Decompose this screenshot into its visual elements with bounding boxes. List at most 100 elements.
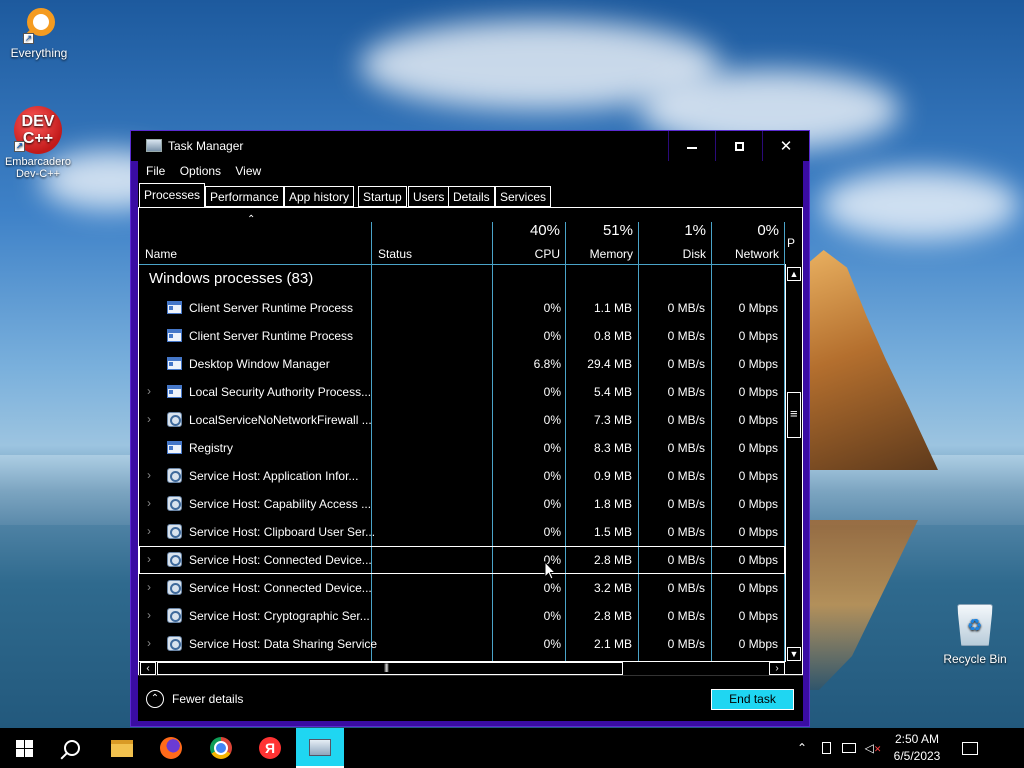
expand-chevron-icon[interactable]: › <box>147 384 151 398</box>
tab-performance[interactable]: Performance <box>205 186 284 207</box>
tab-app-history[interactable]: App history <box>284 186 355 207</box>
tray-network-icon[interactable] <box>838 728 860 768</box>
column-header-network[interactable]: 0% Network <box>712 222 784 264</box>
tray-device-icon[interactable] <box>816 728 836 768</box>
tab-users[interactable]: Users <box>408 186 450 207</box>
scroll-right-button[interactable]: › <box>769 662 785 675</box>
expand-chevron-icon[interactable]: › <box>147 524 151 538</box>
process-disk: 0 MB/s <box>667 525 705 539</box>
process-disk: 0 MB/s <box>667 329 705 343</box>
process-memory: 3.2 MB <box>593 581 632 595</box>
close-button[interactable]: ✕ <box>763 131 809 161</box>
scroll-down-button[interactable]: ▼ <box>787 647 801 661</box>
horizontal-scroll-thumb[interactable] <box>157 662 623 675</box>
process-row[interactable]: Registry 0% 8.3 MB 0 MB/s 0 Mbps <box>139 434 785 462</box>
start-button[interactable] <box>0 728 48 768</box>
everything-icon: ↗ <box>21 8 57 44</box>
process-network: 0 Mbps <box>738 301 778 315</box>
expand-chevron-icon[interactable]: › <box>147 468 151 482</box>
search-icon <box>64 740 80 756</box>
process-row[interactable]: Client Server Runtime Process 0% 1.1 MB 0 M… <box>139 294 785 322</box>
task-manager-app-icon <box>146 139 162 152</box>
clock-date: 6/5/2023 <box>893 749 941 763</box>
column-header-power[interactable]: P <box>785 222 802 264</box>
window-icon <box>167 441 182 454</box>
process-memory: 2.1 MB <box>593 637 632 651</box>
column-header-name[interactable]: Name <box>139 222 371 264</box>
tray-volume-muted-icon[interactable]: ◁✕ <box>862 728 884 768</box>
menu-options[interactable]: Options <box>172 161 221 178</box>
end-task-button[interactable]: End task <box>711 689 794 710</box>
scroll-up-button[interactable]: ▲ <box>787 267 801 281</box>
gear-icon <box>167 468 182 483</box>
taskbar-clock[interactable]: 2:50 AM 6/5/2023 <box>886 731 948 765</box>
group-title-windows-processes[interactable]: Windows processes (83) <box>149 270 313 287</box>
taskbar-firefox[interactable] <box>147 728 195 768</box>
minimize-button[interactable] <box>669 131 715 161</box>
minimize-icon <box>687 147 697 149</box>
process-rows: Client Server Runtime Process 0% 1.1 MB 0 M… <box>139 294 785 658</box>
vertical-scroll-thumb[interactable] <box>787 392 801 438</box>
column-header-memory[interactable]: 51% Memory <box>566 222 638 264</box>
desktop-icon-label: Embarcadero Dev-C++ <box>4 156 72 180</box>
expand-chevron-icon[interactable]: › <box>147 552 151 566</box>
expand-chevron-icon[interactable]: › <box>147 636 151 650</box>
recycle-bin-icon: ♻ <box>957 604 993 646</box>
tab-services[interactable]: Services <box>495 186 552 207</box>
process-memory: 2.8 MB <box>593 609 632 623</box>
taskbar-chrome[interactable] <box>197 728 245 768</box>
search-button[interactable] <box>48 728 96 768</box>
desktop-icon-devcpp[interactable]: DEV C++ ↗ Embarcadero Dev-C++ <box>0 106 76 180</box>
fewer-details-button[interactable]: ⌃ Fewer details <box>146 690 243 708</box>
chevron-up-icon: ⌃ <box>146 690 164 708</box>
process-row[interactable]: › Local Security Authority Process... 0% 5.… <box>139 378 785 406</box>
column-header-status[interactable]: Status <box>372 222 492 264</box>
process-row[interactable]: › Service Host: Connected Device... 0% 3.2 … <box>139 574 785 602</box>
expand-chevron-icon[interactable]: › <box>147 496 151 510</box>
menu-view[interactable]: View <box>227 161 261 178</box>
process-row[interactable]: › Service Host: Clipboard User Ser... 0% 1.… <box>139 518 785 546</box>
process-row[interactable]: › LocalServiceNoNetworkFirewall ... 0% 7.3 … <box>139 406 785 434</box>
expand-chevron-icon[interactable]: › <box>147 412 151 426</box>
column-header-disk[interactable]: 1% Disk <box>639 222 711 264</box>
desktop-icon-recycle-bin[interactable]: ♻ Recycle Bin <box>937 604 1013 666</box>
process-network: 0 Mbps <box>738 637 778 651</box>
process-row[interactable]: › Service Host: Data Sharing Service 0% 2.1… <box>139 630 785 658</box>
process-row[interactable]: › Service Host: Connected Device... 0% 2.8 … <box>139 546 785 574</box>
process-row[interactable]: › Service Host: Cryptographic Ser... 0% 2.8… <box>139 602 785 630</box>
column-header-cpu[interactable]: 40% CPU <box>493 222 565 264</box>
process-name: Service Host: Connected Device... <box>189 553 372 567</box>
horizontal-scrollbar[interactable]: ‹ › <box>139 661 785 675</box>
process-cpu: 0% <box>543 581 561 595</box>
gear-icon <box>167 552 182 567</box>
tab-details[interactable]: Details <box>448 186 495 207</box>
notification-icon <box>962 741 978 755</box>
expand-chevron-icon[interactable]: › <box>147 608 151 622</box>
process-row[interactable]: › Service Host: Application Infor... 0% 0.9… <box>139 462 785 490</box>
vertical-scrollbar[interactable]: ▲ ▼ <box>785 264 802 662</box>
process-row[interactable]: Desktop Window Manager 6.8% 29.4 MB 0 MB/s 0… <box>139 350 785 378</box>
process-row[interactable]: › Service Host: Capability Access ... 0% 1.… <box>139 490 785 518</box>
maximize-button[interactable] <box>716 131 762 161</box>
clock-time: 2:50 AM <box>894 732 940 746</box>
process-row[interactable]: Client Server Runtime Process 0% 0.8 MB 0 M… <box>139 322 785 350</box>
menu-file[interactable]: File <box>138 161 165 178</box>
tab-processes[interactable]: Processes <box>139 183 206 207</box>
process-name: Local Security Authority Process... <box>189 385 372 399</box>
taskbar-task-manager[interactable] <box>296 728 344 768</box>
scroll-left-button[interactable]: ‹ <box>140 662 156 675</box>
action-center-button[interactable] <box>948 728 992 768</box>
title-bar[interactable]: Task Manager ✕ <box>131 131 809 161</box>
tab-startup[interactable]: Startup <box>358 186 407 207</box>
memory-total-percent: 51% <box>602 222 633 239</box>
expand-chevron-icon[interactable]: › <box>147 580 151 594</box>
taskbar-yandex[interactable]: Я <box>246 728 294 768</box>
tray-overflow-button[interactable]: ⌃ <box>790 728 814 768</box>
process-network: 0 Mbps <box>738 553 778 567</box>
column-name-label: Name <box>145 247 178 261</box>
process-disk: 0 MB/s <box>667 609 705 623</box>
desktop-icon-everything[interactable]: ↗ Everything <box>1 8 77 60</box>
process-name: Client Server Runtime Process <box>189 329 354 343</box>
taskbar-file-explorer[interactable] <box>98 728 146 768</box>
process-memory: 2.8 MB <box>593 553 632 567</box>
